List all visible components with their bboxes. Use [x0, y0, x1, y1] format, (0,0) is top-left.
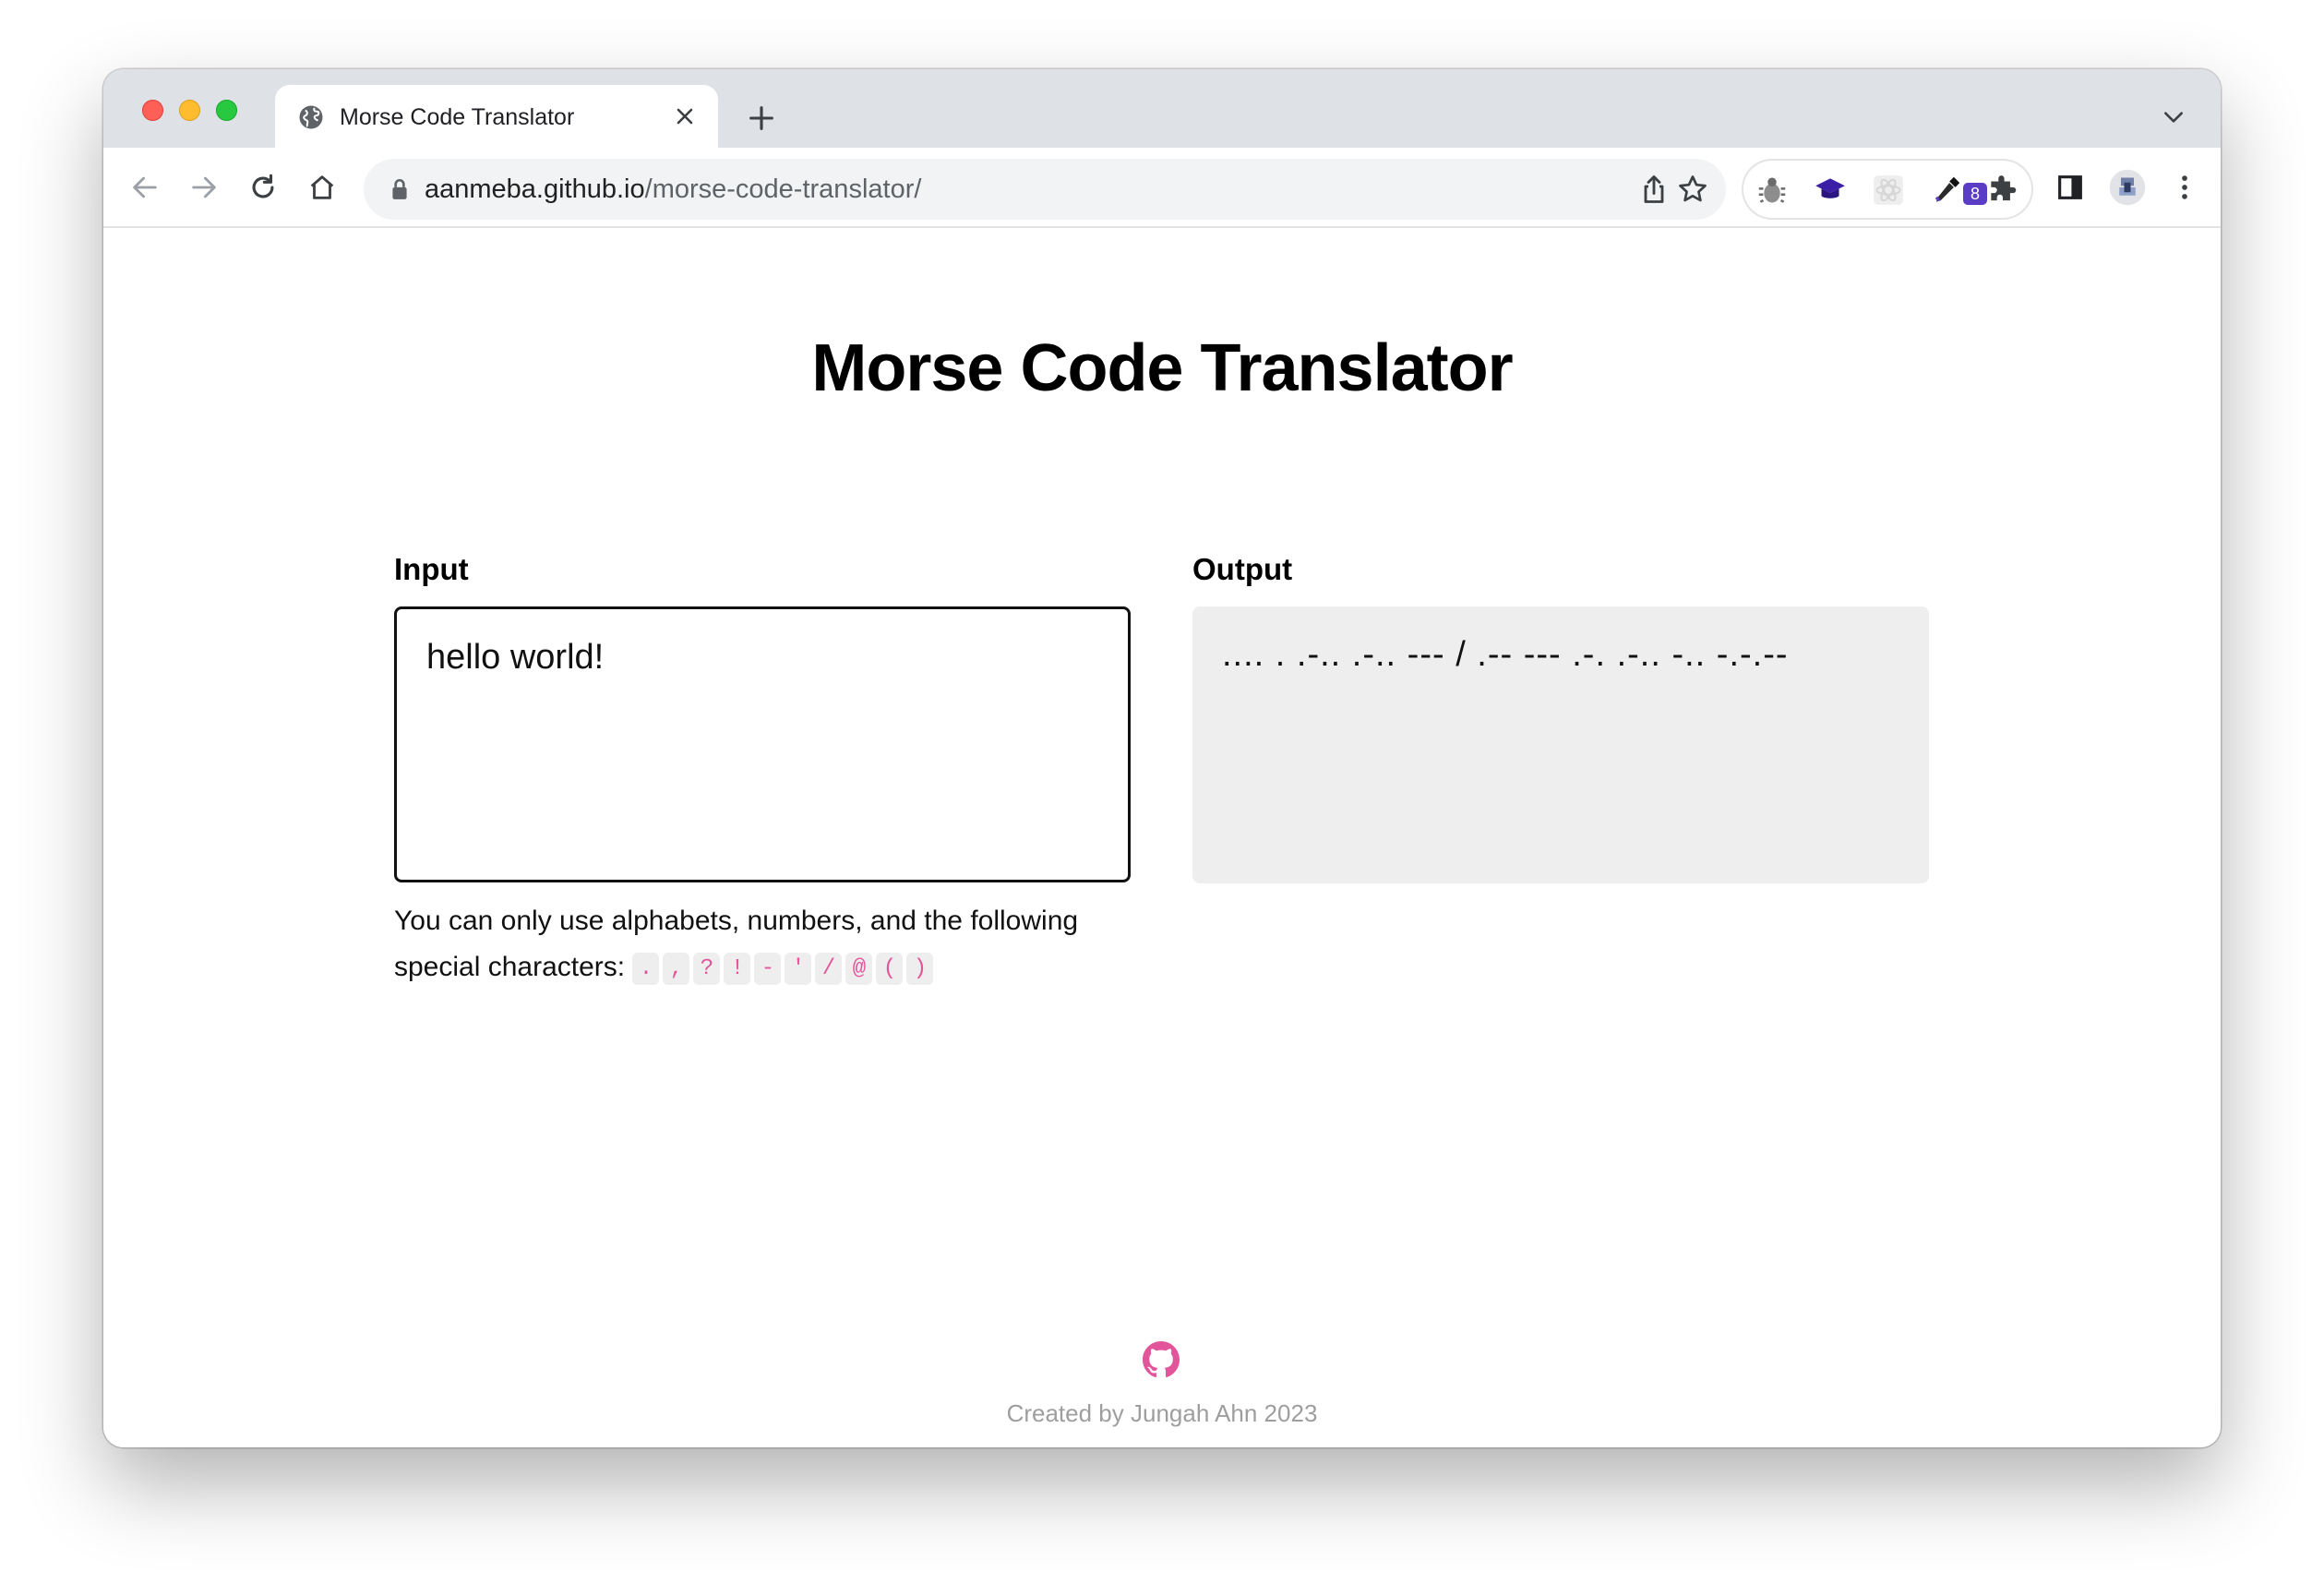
- eyedropper-icon[interactable]: [1929, 173, 1964, 208]
- url-path: /morse-code-translator/: [644, 174, 922, 204]
- special-character-chip: ': [785, 952, 812, 985]
- page-title: Morse Code Translator: [811, 331, 1513, 405]
- home-button[interactable]: [301, 166, 343, 209]
- browser-window: Morse Code Translator aanmeba.github.io/…: [103, 69, 2221, 1447]
- url-host: aanmeba.github.io: [425, 174, 645, 204]
- page-content: Morse Code Translator Input Output hello…: [103, 229, 2221, 1447]
- special-character-chip: .: [632, 952, 660, 985]
- close-window-button[interactable]: [142, 100, 163, 121]
- special-character-chip: ): [906, 952, 934, 985]
- reload-icon: [252, 174, 274, 198]
- avatar: [2109, 169, 2146, 206]
- minimize-window-button[interactable]: [179, 100, 200, 121]
- puzzle-extensions-icon[interactable]: [1985, 173, 2020, 208]
- tab-morse-translator[interactable]: Morse Code Translator: [275, 85, 718, 148]
- special-character-chip: !: [724, 952, 751, 985]
- morse-input-textarea[interactable]: hello world!: [394, 606, 1131, 882]
- special-character-chip: -: [754, 952, 782, 985]
- morse-output-display: .... . .-.. .-.. --- / .-- --- .-. .-.. …: [1192, 606, 1929, 883]
- special-character-chip: /: [815, 952, 843, 985]
- browser-toolbar: aanmeba.github.io/morse-code-translator/: [103, 148, 2221, 228]
- browser-menu-button[interactable]: [2163, 166, 2206, 209]
- github-icon[interactable]: [1143, 1341, 1180, 1378]
- arrow-right-icon: [192, 176, 216, 198]
- footer-credit: Created by Jungah Ahn 2023: [1006, 1399, 1318, 1427]
- profile-button[interactable]: [2106, 166, 2149, 209]
- arrow-left-icon: [133, 176, 157, 198]
- kebab-menu-icon: [2182, 175, 2187, 199]
- globe-icon: [299, 105, 323, 129]
- output-label: Output: [1192, 552, 1293, 586]
- input-label: Input: [394, 552, 469, 586]
- special-characters-list: .,?! - ' / @(): [632, 952, 937, 985]
- url-text[interactable]: aanmeba.github.io/morse-code-translator/: [425, 172, 921, 207]
- forward-button[interactable]: [183, 166, 225, 209]
- maximize-window-button[interactable]: [216, 100, 237, 121]
- chevron-down-icon[interactable]: [2162, 108, 2186, 126]
- back-button[interactable]: [124, 166, 166, 209]
- special-character-chip: @: [845, 952, 873, 985]
- star-bookmark-icon[interactable]: [1676, 173, 1709, 206]
- special-character-chip: (: [876, 952, 904, 985]
- lock-icon[interactable]: [389, 177, 410, 201]
- allowed-characters-hint: You can only use alphabets, numbers, and…: [394, 898, 1096, 990]
- side-panel-icon: [2058, 175, 2082, 199]
- address-bar[interactable]: aanmeba.github.io/morse-code-translator/: [364, 159, 1726, 220]
- tab-title: Morse Code Translator: [340, 104, 575, 130]
- new-tab-plus-icon[interactable]: [746, 102, 777, 134]
- special-character-chip: ,: [663, 952, 690, 985]
- tab-strip: Morse Code Translator: [103, 69, 2221, 148]
- extensions-group: [1742, 159, 2033, 220]
- home-icon: [310, 175, 334, 199]
- extension-badge: 8: [1963, 183, 1987, 205]
- reload-button[interactable]: [242, 166, 284, 209]
- graduation-cap-icon[interactable]: [1813, 173, 1848, 208]
- special-character-chip: ?: [693, 952, 721, 985]
- close-icon[interactable]: [672, 103, 698, 129]
- bug-icon[interactable]: [1755, 173, 1790, 208]
- react-devtools-icon[interactable]: [1871, 173, 1906, 208]
- side-panel-button[interactable]: [2049, 166, 2091, 209]
- share-icon[interactable]: [1637, 173, 1671, 206]
